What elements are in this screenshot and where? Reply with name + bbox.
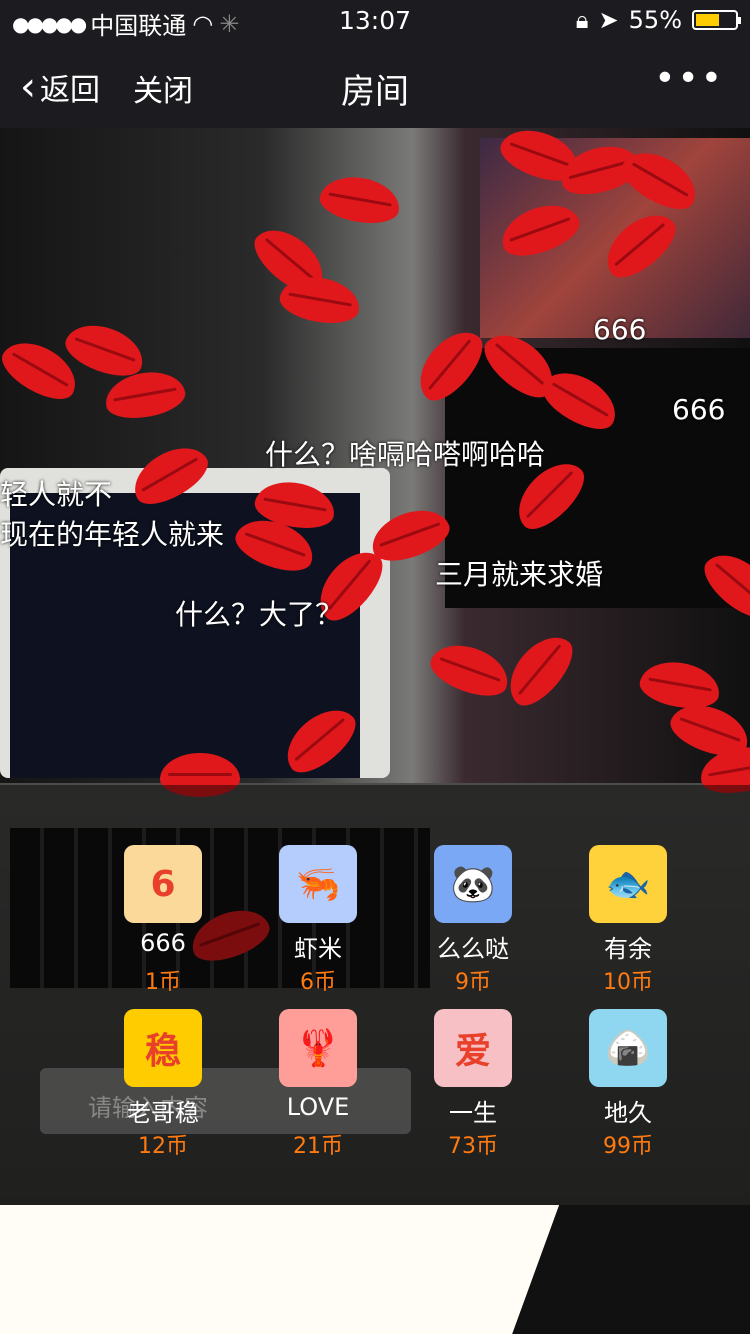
666-icon: 6 — [124, 845, 202, 923]
lobster-icon: 🦞 — [279, 1009, 357, 1087]
gift-item[interactable]: 🦞 LOVE 21币 — [253, 1009, 383, 1160]
gift-item[interactable]: 🐟 有余 10币 — [563, 845, 693, 996]
gift-price: 73币 — [448, 1134, 498, 1159]
gift-price: 1币 — [145, 970, 181, 995]
battery-icon — [692, 10, 741, 30]
kiss-lips-icon — [424, 635, 516, 705]
more-icon[interactable]: ••• — [654, 58, 724, 99]
onigiri-icon: 🍙 — [589, 1009, 667, 1087]
danmaku: 什么？啥嗝哈嗒啊哈哈 — [265, 438, 546, 471]
gift-price: 12币 — [138, 1134, 188, 1159]
gift-price: 6币 — [300, 970, 336, 995]
gift-name: 有余 — [604, 935, 652, 963]
gift-item[interactable]: 稳老哥稳 12币 — [98, 1009, 228, 1160]
gift-name: 666 — [140, 929, 186, 957]
gift-item[interactable]: 🦐 虾米 6币 — [253, 845, 383, 996]
gift-item[interactable]: 6 666 1币 — [98, 845, 228, 996]
can-icon: 爱 — [434, 1009, 512, 1087]
video-bottom — [0, 1205, 750, 1334]
fish-icon: 🐟 — [589, 845, 667, 923]
gift-price: 9币 — [455, 970, 491, 995]
location-icon: ➤ — [598, 6, 619, 34]
gift-name: LOVE — [286, 1093, 350, 1121]
rotation-lock-icon: 🔒︎ — [575, 6, 589, 34]
gift-price: 10币 — [603, 970, 653, 995]
danmaku: 轻人就不 — [0, 478, 113, 511]
gift-name: 地久 — [604, 1099, 652, 1127]
kiss-lips-icon — [636, 656, 724, 714]
gift-item[interactable]: 爱一生 73币 — [408, 1009, 538, 1160]
gift-name: 虾米 — [294, 935, 342, 963]
status-bar: ●●●●● 中国联通 ◠ ✳ 13:07 🔒︎ ➤ 55% — [0, 0, 750, 40]
kiss-lips-icon — [316, 171, 404, 229]
page-title: 房间 — [341, 72, 409, 112]
wen-icon: 稳 — [124, 1009, 202, 1087]
danmaku: 什么？大了？ — [175, 598, 344, 631]
gift-name: 么么哒 — [437, 935, 509, 963]
danmaku: 三月就来求婚 — [435, 558, 604, 591]
panda-icon: 🐼 — [434, 845, 512, 923]
danmaku: 现在的年轻人就来 — [0, 518, 225, 551]
nav-bar: ‹ 返回 关闭 房间 ••• — [0, 40, 750, 128]
gift-price: 21币 — [293, 1134, 343, 1159]
gift-item[interactable]: 🍙 地久 99币 — [563, 1009, 693, 1160]
kiss-lips-icon — [497, 625, 583, 715]
danmaku: 666 — [593, 313, 647, 346]
gift-price: 99币 — [603, 1134, 653, 1159]
gift-name: 老哥稳 — [127, 1099, 199, 1127]
gift-item[interactable]: 🐼 么么哒 9币 — [408, 845, 538, 996]
shrimp-icon: 🦐 — [279, 845, 357, 923]
battery-percent: 55% — [628, 6, 682, 34]
danmaku: 666 — [672, 393, 726, 426]
gift-name: 一生 — [449, 1099, 497, 1127]
